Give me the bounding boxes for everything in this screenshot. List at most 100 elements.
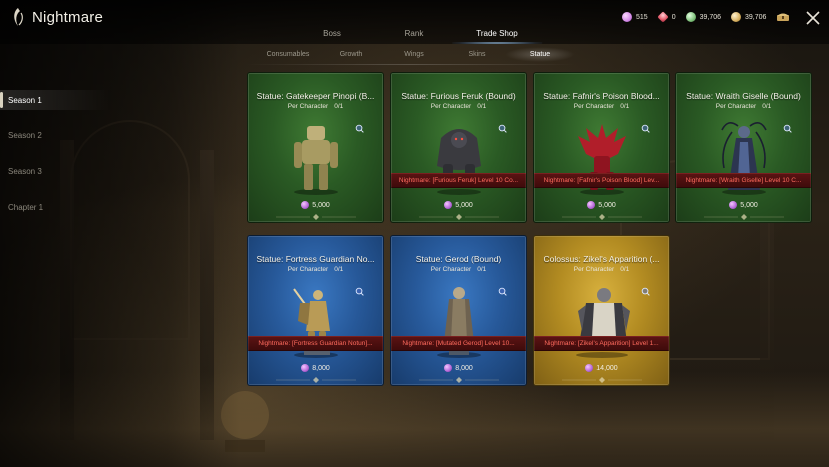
ornament-divider [704, 214, 784, 220]
ornament-divider [562, 214, 642, 220]
requirement-text: Nightmare: [Wraith Giselle] Level 10 C..… [685, 177, 802, 184]
pink-crystal-icon [585, 364, 594, 372]
chest-icon[interactable] [776, 12, 790, 22]
tab-consumables[interactable]: Consumables [267, 51, 310, 58]
limit-label: Per Character [430, 103, 472, 110]
limit-count: 0/1 [620, 103, 630, 110]
side-nav-chapter-1[interactable]: Chapter 1 [8, 203, 43, 212]
currency-item: 0 [657, 11, 676, 23]
item-limit: Per Character 0/1 [534, 266, 669, 273]
shop-item-card[interactable]: Statue: Furious Feruk (Bound) Per Charac… [390, 72, 527, 223]
tab-statue[interactable]: Statue [530, 51, 550, 58]
zoom-icon[interactable] [641, 287, 650, 296]
item-price: 14,000 [534, 364, 669, 372]
pink-crystal-icon [587, 201, 596, 209]
item-limit: Per Character 0/1 [248, 103, 383, 110]
currency-item: 515 [622, 12, 648, 22]
item-limit: Per Character 0/1 [248, 266, 383, 273]
tab-rank[interactable]: Rank [405, 29, 424, 38]
currency-value: 0 [671, 13, 676, 21]
side-nav-season-2[interactable]: Season 2 [8, 131, 42, 140]
requirement-text: Nightmare: [Furious Feruk] Level 10 Co..… [398, 177, 519, 184]
item-name: Statue: Furious Feruk (Bound) [401, 91, 516, 101]
item-limit: Per Character 0/1 [391, 266, 526, 273]
shop-item-card[interactable]: Statue: Fortress Guardian No... Per Char… [247, 235, 384, 386]
pink-crystal-icon [301, 201, 310, 209]
nightmare-emblem-icon [14, 8, 23, 26]
requirement-text: Nightmare: [Fortress Guardian Notun]... [258, 340, 373, 347]
limit-count: 0/1 [334, 266, 344, 273]
limit-label: Per Character [430, 266, 472, 273]
shop-item-card[interactable]: Statue: Wraith Giselle (Bound) Per Chara… [675, 72, 812, 223]
limit-count: 0/1 [477, 103, 487, 110]
limit-label: Per Character [715, 103, 757, 110]
side-nav-season-1[interactable]: Season 1 [8, 96, 42, 105]
ornament-divider [562, 377, 642, 383]
item-name: Statue: Fortress Guardian No... [256, 254, 375, 264]
ornament-divider [276, 214, 356, 220]
golem-statue-icon [294, 126, 338, 195]
shop-item-card[interactable]: Colossus: Zikel's Apparition (... Per Ch… [533, 235, 670, 386]
sub-tabs: Consumables Growth Wings Skins Statue [0, 46, 829, 64]
zoom-icon[interactable] [641, 124, 650, 133]
item-price: 5,000 [676, 201, 811, 209]
gold-coin-icon [731, 12, 742, 22]
pink-crystal-icon [444, 201, 453, 209]
item-name: Statue: Gatekeeper Pinopi (B... [256, 91, 375, 101]
item-price: 8,000 [391, 364, 526, 372]
red-crystal-icon [657, 11, 669, 23]
tab-skins[interactable]: Skins [468, 51, 485, 58]
limit-count: 0/1 [762, 103, 772, 110]
price-value: 14,000 [596, 364, 618, 372]
item-price: 5,000 [534, 201, 669, 209]
shop-item-card[interactable]: Statue: Fafnir's Poison Blood... Per Cha… [533, 72, 670, 223]
ornament-divider [276, 377, 356, 383]
zoom-icon[interactable] [355, 124, 364, 133]
tab-boss[interactable]: Boss [323, 29, 341, 38]
price-value: 5,000 [740, 201, 758, 209]
zoom-icon[interactable] [498, 287, 507, 296]
limit-label: Per Character [573, 103, 615, 110]
zoom-icon[interactable] [498, 124, 507, 133]
tab-wings[interactable]: Wings [404, 51, 423, 58]
shop-item-card[interactable]: Statue: Gatekeeper Pinopi (B... Per Char… [247, 72, 384, 223]
pink-crystal-icon [301, 364, 310, 372]
currency-bar: 515 0 39,706 39,706 [622, 11, 790, 23]
price-value: 5,000 [312, 201, 330, 209]
requirement-banner: Nightmare: [Fafnir's Poison Blood] Lev..… [534, 173, 669, 188]
price-value: 5,000 [455, 201, 473, 209]
limit-label: Per Character [287, 266, 329, 273]
requirement-text: Nightmare: [Fafnir's Poison Blood] Lev..… [543, 177, 660, 184]
side-nav-active-marker [0, 92, 3, 108]
pink-crystal-icon [622, 12, 632, 22]
green-coin-icon [685, 12, 696, 22]
item-name: Colossus: Zikel's Apparition (... [543, 254, 660, 264]
zoom-icon[interactable] [783, 124, 792, 133]
requirement-banner: Nightmare: [Zikel's Apparition] Level 1.… [534, 336, 669, 351]
item-limit: Per Character 0/1 [676, 103, 811, 110]
requirement-text: Nightmare: [Zikel's Apparition] Level 1.… [544, 340, 659, 347]
limit-count: 0/1 [620, 266, 630, 273]
tab-trade-shop[interactable]: Trade Shop [452, 29, 542, 44]
limit-count: 0/1 [477, 266, 487, 273]
currency-value: 515 [636, 13, 648, 21]
close-button[interactable] [805, 10, 821, 26]
title-group: Nightmare [10, 7, 103, 27]
price-value: 5,000 [598, 201, 616, 209]
pink-crystal-icon [729, 201, 738, 209]
tab-growth[interactable]: Growth [340, 51, 363, 58]
limit-label: Per Character [573, 266, 615, 273]
item-name: Statue: Gerod (Bound) [415, 254, 502, 264]
item-limit: Per Character 0/1 [391, 103, 526, 110]
side-nav-season-3[interactable]: Season 3 [8, 167, 42, 176]
item-name: Statue: Fafnir's Poison Blood... [543, 91, 660, 101]
item-price: 5,000 [391, 201, 526, 209]
left-shade [0, 0, 240, 467]
ornament-divider [419, 377, 499, 383]
sub-tab-divider [245, 64, 575, 65]
price-value: 8,000 [312, 364, 330, 372]
shop-item-card[interactable]: Statue: Gerod (Bound) Per Character 0/1 N… [390, 235, 527, 386]
pink-crystal-icon [444, 364, 453, 372]
requirement-text: Nightmare: [Mutated Gerod] Level 10... [402, 340, 515, 347]
zoom-icon[interactable] [355, 287, 364, 296]
